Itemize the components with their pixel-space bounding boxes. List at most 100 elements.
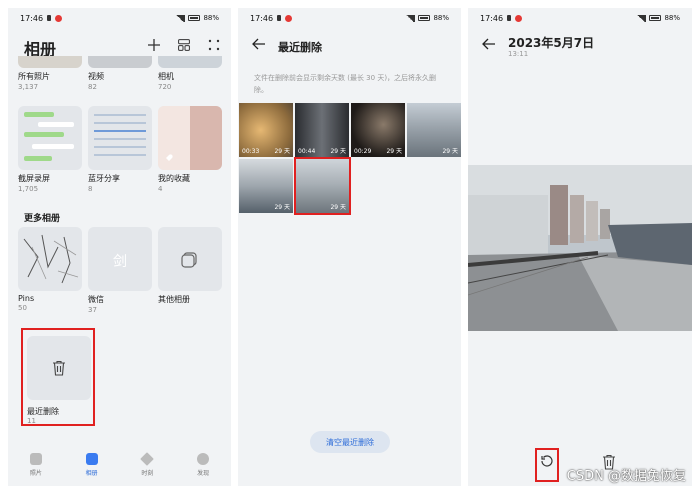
- album-thumbnail: [18, 106, 82, 170]
- album-other[interactable]: 其他相册: [158, 227, 222, 305]
- notification-icon: [55, 14, 63, 22]
- battery-level: 88%: [203, 14, 219, 22]
- days-remaining: 29 天: [442, 148, 458, 155]
- battery-icon: [188, 15, 201, 21]
- more-icon[interactable]: [207, 38, 221, 52]
- discover-icon: [197, 453, 210, 465]
- photos-icon: [29, 453, 42, 465]
- album-name: Pins: [18, 294, 35, 303]
- photo-view[interactable]: [468, 165, 692, 331]
- album-count: 50: [18, 304, 27, 312]
- video-duration: 00:44: [298, 148, 316, 155]
- status-time: 17:46: [20, 13, 44, 23]
- lock-icon: [277, 15, 282, 21]
- photo-date: 2023年5月7日: [508, 36, 595, 50]
- album-camera[interactable]: 相机 720: [158, 56, 222, 91]
- album-name: 其他相册: [158, 295, 190, 304]
- deleted-item[interactable]: 29 天: [239, 159, 293, 213]
- video-duration: 00:33: [242, 148, 260, 155]
- add-icon[interactable]: [147, 38, 161, 52]
- clear-recently-deleted-button[interactable]: 清空最近删除: [310, 431, 390, 453]
- back-arrow-icon[interactable]: [252, 38, 266, 54]
- album-name: 蓝牙分享: [88, 174, 120, 183]
- album-thumbnail: [158, 227, 222, 291]
- section-title: 更多相册: [24, 214, 61, 224]
- album-favorites[interactable]: 我的收藏 4: [158, 106, 222, 193]
- nav-label: 时刻: [141, 470, 154, 477]
- days-remaining: 29 天: [274, 204, 290, 211]
- album-thumbnail: [27, 336, 91, 400]
- heart-icon: [158, 106, 222, 170]
- album-count: 37: [88, 306, 97, 314]
- nav-albums[interactable]: 相册: [72, 453, 112, 477]
- status-time: 17:46: [250, 13, 274, 23]
- lock-icon: [507, 15, 512, 21]
- watermark: CSDN @数据兔恢复: [566, 469, 686, 484]
- nav-label: 照片: [29, 470, 42, 477]
- selection-highlight: [294, 157, 351, 215]
- days-remaining: 29 天: [330, 148, 346, 155]
- moments-icon: [140, 452, 155, 466]
- nav-discover[interactable]: 发现: [183, 453, 223, 477]
- page-title: 最近删除: [278, 41, 322, 54]
- album-name: 相机: [158, 72, 174, 81]
- trash-icon: [53, 360, 65, 376]
- album-thumbnail: [18, 227, 82, 291]
- album-pins[interactable]: Pins 50: [18, 227, 82, 312]
- nav-label: 发现: [197, 470, 210, 477]
- notification-icon: [515, 14, 523, 22]
- album-name: 我的收藏: [158, 174, 190, 183]
- album-videos[interactable]: 视频 82: [88, 56, 152, 91]
- days-remaining: 29 天: [274, 148, 290, 155]
- thumbnail-text: 剑: [113, 254, 127, 270]
- album-name: 视频: [88, 72, 104, 81]
- status-bar: 17:46 88%: [238, 8, 461, 28]
- signal-icon: [405, 14, 416, 22]
- bottom-nav: 照片 相册 时刻 发现: [8, 444, 231, 486]
- album-bluetooth[interactable]: 蓝牙分享 8: [88, 106, 152, 193]
- restore-button[interactable]: [535, 448, 559, 482]
- nav-moments[interactable]: 时刻: [127, 452, 167, 477]
- album-count: 11: [27, 417, 36, 425]
- album-name: 微信: [88, 295, 104, 304]
- album-name: 最近删除: [27, 407, 59, 416]
- album-thumbnail: 剑: [88, 227, 152, 291]
- album-count: 720: [158, 83, 172, 91]
- album-recently-deleted[interactable]: 最近删除 11: [21, 328, 95, 426]
- deleted-item[interactable]: 00:44 29 天: [295, 103, 349, 157]
- albums-screen: 17:46 88% 相册 所有照片 3,137 视频 82 相机 720 截屏录…: [8, 8, 231, 486]
- restore-icon: [541, 455, 553, 467]
- album-thumbnail: [88, 56, 152, 68]
- lock-icon: [47, 15, 52, 21]
- back-arrow-icon[interactable]: [482, 38, 496, 54]
- days-remaining: 29 天: [386, 148, 402, 155]
- battery-level: 88%: [433, 14, 449, 22]
- album-count: 8: [88, 185, 93, 193]
- album-screenshots[interactable]: 截屏录屏 1,705: [18, 106, 82, 193]
- album-name: 截屏录屏: [18, 174, 50, 183]
- layout-icon[interactable]: [177, 38, 191, 52]
- deleted-item[interactable]: 29 天: [407, 103, 461, 157]
- album-thumbnail: [18, 56, 82, 68]
- photo-time: 13:11: [508, 50, 529, 58]
- album-count: 82: [88, 83, 97, 91]
- deleted-item[interactable]: 00:29 29 天: [351, 103, 405, 157]
- battery-level: 88%: [664, 14, 680, 22]
- album-thumbnail: [158, 56, 222, 68]
- album-name: 所有照片: [18, 72, 50, 81]
- album-wechat[interactable]: 剑 微信 37: [88, 227, 152, 314]
- signal-icon: [175, 14, 186, 22]
- status-bar: 17:46 88%: [468, 8, 692, 28]
- battery-icon: [649, 15, 662, 21]
- deleted-item[interactable]: 00:33 29 天: [239, 103, 293, 157]
- photo-detail-screen: 17:46 88% 2023年5月7日 13:11: [468, 8, 692, 486]
- album-thumbnail: [158, 106, 222, 170]
- recently-deleted-screen: 17:46 88% 最近删除 文件在删除前会显示剩余天数 (最长 30 天)，之…: [238, 8, 461, 486]
- nav-photos[interactable]: 照片: [16, 453, 56, 477]
- video-duration: 00:29: [354, 148, 372, 155]
- nav-label: 相册: [85, 470, 98, 477]
- signal-icon: [636, 14, 647, 22]
- album-all-photos[interactable]: 所有照片 3,137: [18, 56, 82, 91]
- battery-icon: [418, 15, 431, 21]
- albums-icon: [85, 453, 98, 465]
